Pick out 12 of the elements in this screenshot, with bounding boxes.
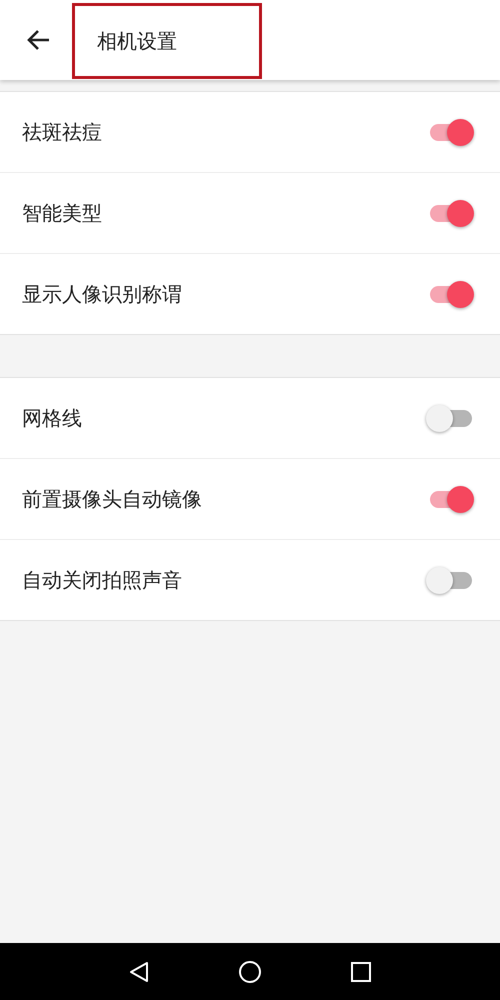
toggle-switch[interactable] (426, 403, 474, 433)
back-triangle-icon[interactable] (128, 960, 150, 982)
page-title: 相机设置 (97, 28, 177, 54)
setting-label: 智能美型 (22, 200, 102, 226)
home-circle-icon[interactable] (238, 960, 262, 984)
setting-label: 显示人像识别称谓 (22, 280, 182, 308)
setting-label: 自动关闭拍照声音 (22, 566, 182, 594)
toggle-switch[interactable] (426, 565, 474, 595)
recents-square-icon[interactable] (350, 960, 372, 982)
setting-label: 前置摄像头自动镜像 (22, 486, 202, 512)
setting-label: 祛斑祛痘 (22, 118, 102, 146)
setting-label: 网格线 (22, 404, 82, 432)
